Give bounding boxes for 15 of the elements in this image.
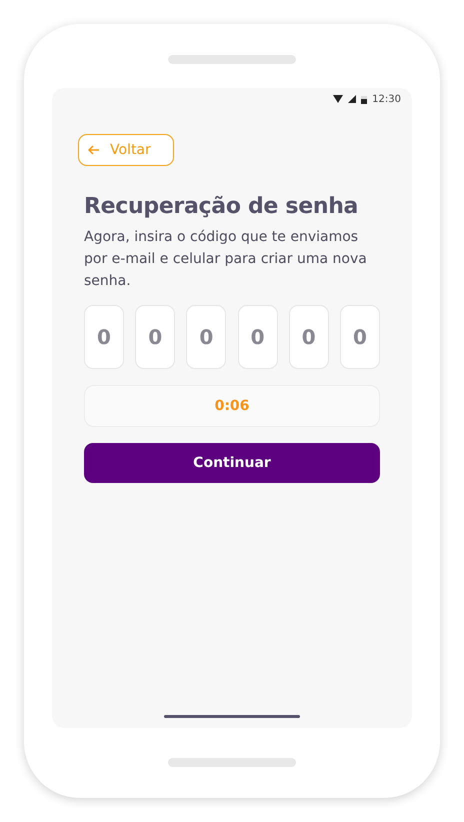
code-digit-field[interactable]: 0 xyxy=(84,305,124,369)
continue-button[interactable]: Continuar xyxy=(84,443,380,483)
countdown-timer: 0:06 xyxy=(84,385,380,427)
code-digit-field[interactable]: 0 xyxy=(135,305,176,369)
arrow-left-icon xyxy=(88,145,100,155)
code-digit-field[interactable]: 0 xyxy=(340,305,380,369)
wifi-icon xyxy=(333,95,344,103)
battery-icon xyxy=(361,94,368,104)
status-time: 12:30 xyxy=(372,94,401,104)
code-digit-field[interactable]: 0 xyxy=(186,305,226,369)
instructions-text: Agora, insira o código que te enviamos por e-mail e celular para criar uma nova senha. xyxy=(84,228,368,291)
code-digit-field[interactable]: 0 xyxy=(288,305,329,369)
signal-icon xyxy=(348,95,356,103)
page-title: Recuperação de senha xyxy=(84,194,360,219)
code-digit-field[interactable]: 0 xyxy=(238,305,278,369)
